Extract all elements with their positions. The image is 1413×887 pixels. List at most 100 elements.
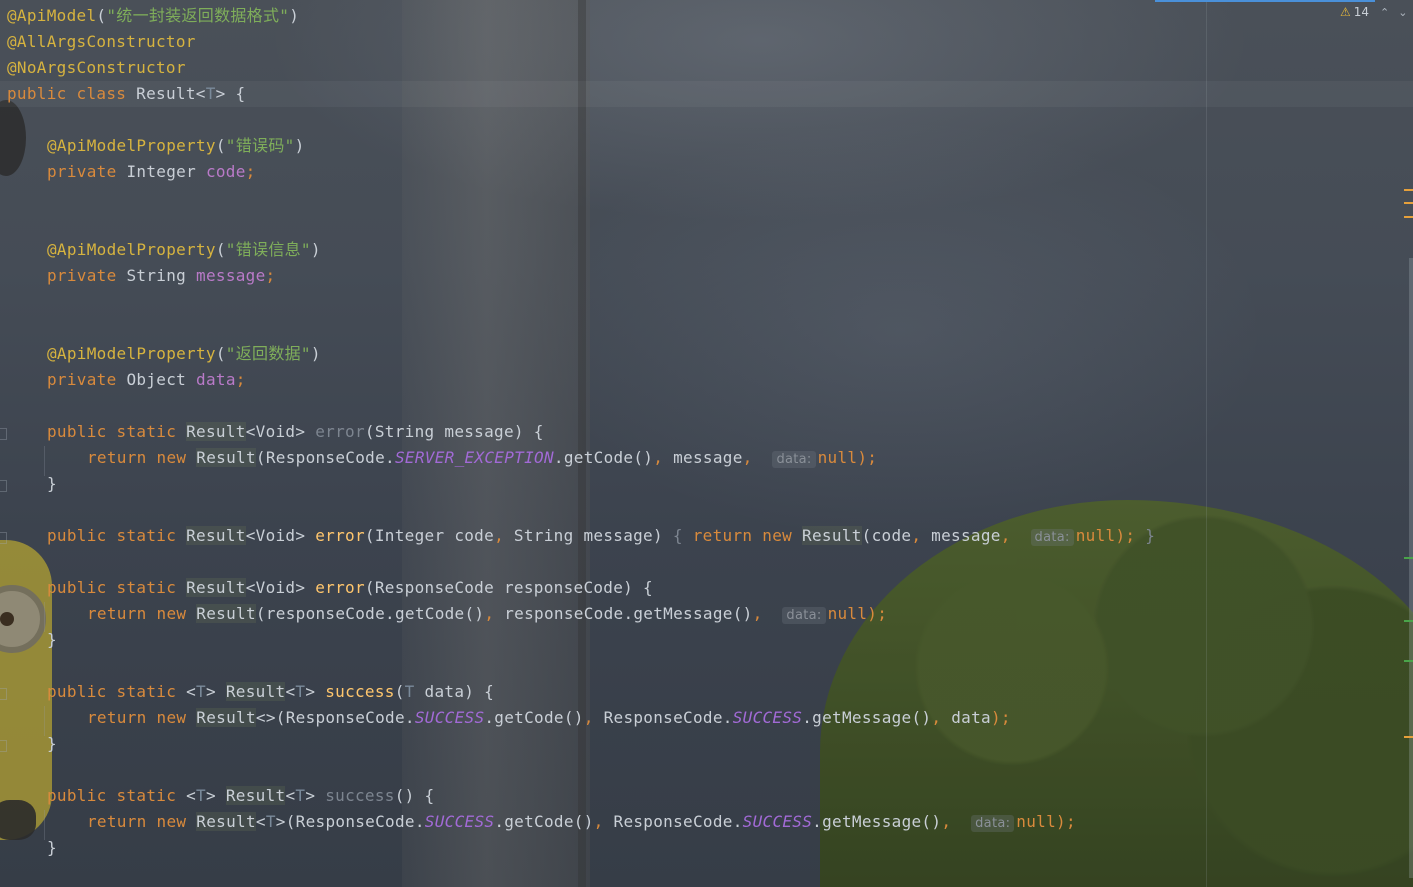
paren: ( bbox=[215, 344, 226, 363]
string-literal: "统一封装返回数据格式" bbox=[106, 6, 290, 25]
return-type: Result bbox=[186, 422, 246, 441]
folded-brace[interactable]: { bbox=[673, 526, 683, 545]
return-type: Result bbox=[186, 578, 246, 597]
change-stripe[interactable] bbox=[1404, 660, 1413, 662]
semicolon: ; bbox=[245, 162, 256, 181]
change-stripe[interactable] bbox=[1404, 620, 1413, 622]
comma: , bbox=[484, 604, 495, 623]
code-line[interactable]: private Integer code; bbox=[7, 159, 256, 185]
null-literal: null bbox=[1016, 812, 1057, 831]
method-name: error bbox=[315, 578, 365, 597]
class-name: Result bbox=[196, 604, 256, 623]
paren: ( bbox=[96, 6, 107, 25]
inspections-widget[interactable]: ⚠ 14 ⌃ ⌄ bbox=[1340, 5, 1407, 19]
keyword: private bbox=[47, 162, 117, 181]
code-line[interactable]: @ApiModelProperty("错误信息") bbox=[7, 237, 321, 263]
code-line[interactable]: @ApiModelProperty("错误码") bbox=[7, 133, 305, 159]
constant: SERVER_EXCEPTION bbox=[394, 448, 554, 467]
code-line[interactable]: return new Result(responseCode.getCode()… bbox=[7, 601, 887, 627]
generic: <Void> bbox=[245, 422, 306, 441]
keyword: public bbox=[47, 578, 107, 597]
type-param: T bbox=[295, 786, 306, 805]
code-line[interactable]: @ApiModel("统一封装返回数据格式") bbox=[7, 3, 299, 29]
warning-stripe[interactable] bbox=[1404, 736, 1413, 738]
keyword: static bbox=[116, 526, 177, 545]
code-line[interactable]: public static Result<Void> error(Respons… bbox=[7, 575, 653, 601]
paren: ) bbox=[310, 344, 321, 363]
parameter-hint: data: bbox=[772, 451, 816, 468]
annotation: @NoArgsConstructor bbox=[7, 58, 186, 77]
keyword: return bbox=[87, 604, 147, 623]
type-param: T bbox=[205, 84, 216, 103]
brace: } bbox=[47, 630, 57, 649]
fold-marker[interactable] bbox=[0, 428, 7, 440]
semicolon: ; bbox=[265, 266, 276, 285]
comma: , bbox=[931, 708, 942, 727]
code-line[interactable]: @ApiModelProperty("返回数据") bbox=[7, 341, 321, 367]
code-editor[interactable]: ⚠ 14 ⌃ ⌄ @ApiModel("统一封装返回数据格式") @AllArg… bbox=[0, 0, 1413, 887]
paren: ( bbox=[215, 240, 226, 259]
warning-stripe[interactable] bbox=[1404, 202, 1413, 204]
code-line[interactable]: public static Result<Void> error(Integer… bbox=[7, 523, 1155, 549]
code-line[interactable]: private Object data; bbox=[7, 367, 246, 393]
code-line[interactable]: return new Result<T>(ResponseCode.SUCCES… bbox=[7, 809, 1076, 835]
change-stripe[interactable] bbox=[1404, 557, 1413, 559]
code-line[interactable]: } bbox=[7, 471, 57, 497]
warning-stripe[interactable] bbox=[1404, 189, 1413, 191]
vertical-scrollbar[interactable] bbox=[1409, 258, 1413, 878]
argument: <>(ResponseCode. bbox=[255, 708, 415, 727]
type-param: T bbox=[196, 682, 206, 701]
class-name: Result bbox=[196, 448, 256, 467]
angle: < bbox=[186, 682, 197, 701]
fold-marker[interactable] bbox=[0, 480, 7, 492]
warning-stripe[interactable] bbox=[1404, 216, 1413, 218]
type-name: Object bbox=[126, 370, 187, 389]
code-line[interactable]: @NoArgsConstructor bbox=[7, 55, 186, 81]
annotation: @ApiModelProperty bbox=[47, 240, 216, 259]
argument: message bbox=[663, 448, 743, 467]
statement-end: ); bbox=[1115, 526, 1136, 545]
argument: .getMessage() bbox=[812, 812, 942, 831]
method-name: success bbox=[325, 682, 395, 701]
code-line[interactable]: public static Result<Void> error(String … bbox=[7, 419, 544, 445]
code-line[interactable]: return new Result<>(ResponseCode.SUCCESS… bbox=[7, 705, 1011, 731]
angle: < bbox=[285, 682, 296, 701]
keyword: new bbox=[156, 812, 187, 831]
keyword: private bbox=[47, 370, 117, 389]
folded-brace[interactable]: } bbox=[1135, 526, 1155, 545]
code-line[interactable]: } bbox=[7, 731, 57, 757]
comma: , bbox=[653, 448, 664, 467]
type-name: String bbox=[126, 266, 187, 285]
chevron-down-icon[interactable]: ⌄ bbox=[1398, 6, 1407, 19]
code-line[interactable]: @AllArgsConstructor bbox=[7, 29, 196, 55]
fold-marker[interactable] bbox=[0, 532, 7, 544]
angle: > bbox=[205, 682, 226, 701]
code-line[interactable]: } bbox=[7, 835, 57, 861]
fold-marker[interactable] bbox=[0, 740, 7, 752]
argument: (ResponseCode. bbox=[285, 812, 425, 831]
parameter-hint: data: bbox=[782, 607, 826, 624]
method-name: success bbox=[325, 786, 395, 805]
semicolon: ; bbox=[235, 370, 246, 389]
angle: > bbox=[275, 812, 286, 831]
keyword: return bbox=[87, 812, 147, 831]
return-type: Result bbox=[225, 682, 286, 701]
field-name: message bbox=[196, 266, 266, 285]
code-line[interactable]: public class Result<T> { bbox=[7, 81, 245, 107]
code-line[interactable]: private String message; bbox=[7, 263, 275, 289]
chevron-up-icon[interactable]: ⌃ bbox=[1380, 6, 1389, 19]
keyword: new bbox=[762, 526, 793, 545]
params: (String message) { bbox=[364, 422, 544, 441]
statement-end: ); bbox=[867, 604, 888, 623]
code-line[interactable]: public static <T> Result<T> success() { bbox=[7, 783, 434, 809]
code-line[interactable]: return new Result(ResponseCode.SERVER_EX… bbox=[7, 445, 877, 471]
code-line[interactable]: } bbox=[7, 627, 57, 653]
code-line[interactable]: public static <T> Result<T> success(T da… bbox=[7, 679, 494, 705]
generic: <Void> bbox=[245, 578, 306, 597]
fold-marker[interactable] bbox=[0, 688, 7, 700]
keyword: return bbox=[692, 526, 753, 545]
warning-count: 14 bbox=[1353, 5, 1370, 19]
argument: responseCode.getMessage() bbox=[494, 604, 753, 623]
paren: ) bbox=[294, 136, 305, 155]
constant: SUCCESS bbox=[742, 812, 813, 831]
